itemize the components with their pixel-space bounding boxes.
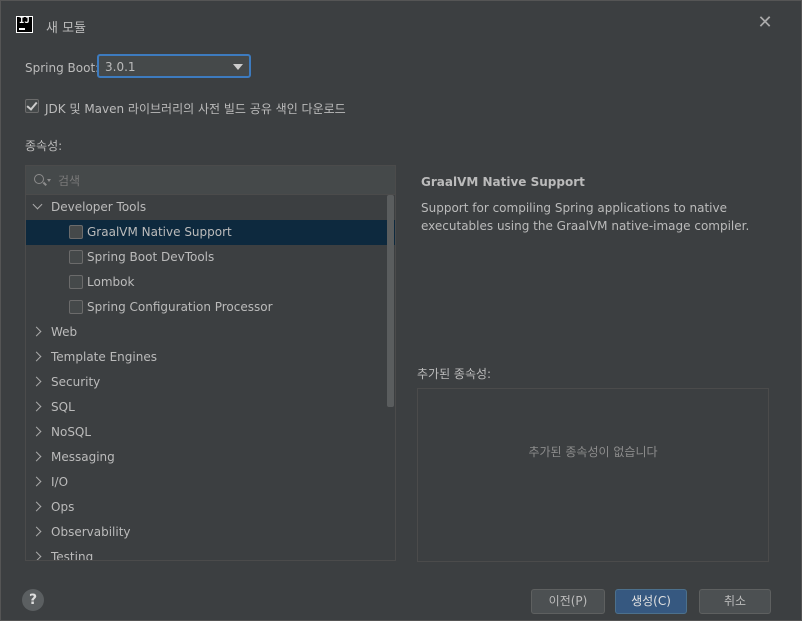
tree-group-observability[interactable]: Observability: [26, 520, 395, 545]
search-history-dropdown-icon[interactable]: [47, 179, 51, 182]
dependency-tree: Developer Tools GraalVM Native Support S…: [26, 195, 395, 560]
chevron-right-icon[interactable]: [31, 376, 42, 387]
tree-item-spring-boot-devtools[interactable]: Spring Boot DevTools: [26, 245, 395, 270]
download-index-label[interactable]: JDK 및 Maven 라이브러리의 사전 빌드 공유 색인 다운로드: [45, 100, 346, 117]
tree-group-label: Observability: [51, 525, 131, 539]
chevron-right-icon[interactable]: [31, 476, 42, 487]
spring-boot-version-select[interactable]: 3.0.1: [97, 54, 251, 78]
tree-item-lombok[interactable]: Lombok: [26, 270, 395, 295]
new-module-dialog: IJ 새 모듈 ✕ Spring Boot: 3.0.1 JDK 및 Maven…: [0, 0, 802, 621]
chevron-right-icon[interactable]: [31, 551, 42, 560]
chevron-right-icon[interactable]: [31, 401, 42, 412]
download-index-checkbox[interactable]: [25, 99, 39, 113]
tree-group-ops[interactable]: Ops: [26, 495, 395, 520]
tree-group-nosql[interactable]: NoSQL: [26, 420, 395, 445]
tree-group-security[interactable]: Security: [26, 370, 395, 395]
chevron-right-icon[interactable]: [31, 351, 42, 362]
tree-scrollbar[interactable]: [386, 195, 394, 560]
dependencies-tree-panel: Developer Tools GraalVM Native Support S…: [25, 165, 396, 561]
tree-group-messaging[interactable]: Messaging: [26, 445, 395, 470]
scrollbar-thumb[interactable]: [387, 195, 394, 407]
tree-item-label: Spring Configuration Processor: [87, 300, 273, 314]
title-bar: IJ 새 모듈 ✕: [1, 1, 801, 36]
tree-item-label: Lombok: [87, 275, 135, 289]
tree-item-graalvm-native-support[interactable]: GraalVM Native Support: [26, 220, 395, 245]
chevron-right-icon[interactable]: [31, 501, 42, 512]
added-dependencies-panel: 추가된 종속성이 없습니다: [417, 388, 769, 562]
chevron-right-icon[interactable]: [31, 326, 42, 337]
tree-item-label: Spring Boot DevTools: [87, 250, 215, 264]
dependency-checkbox[interactable]: [69, 300, 83, 314]
help-button[interactable]: ?: [22, 589, 44, 611]
dependency-detail-description: Support for compiling Spring application…: [421, 201, 750, 233]
tree-group-label: Security: [51, 375, 101, 389]
dependency-checkbox[interactable]: [69, 275, 83, 289]
tree-group-label: I/O: [51, 475, 69, 489]
tree-group-testing[interactable]: Testing: [26, 545, 395, 561]
chevron-right-icon[interactable]: [31, 426, 42, 437]
dependency-search-bar: [26, 166, 395, 195]
added-dependencies-empty-text: 추가된 종속성이 없습니다: [528, 445, 658, 459]
tree-item-spring-configuration-processor[interactable]: Spring Configuration Processor: [26, 295, 395, 320]
dropdown-arrow-icon: [233, 64, 243, 70]
dependency-detail-title: GraalVM Native Support: [421, 175, 585, 189]
checkmark-icon: [26, 99, 38, 111]
close-icon[interactable]: ✕: [757, 14, 773, 32]
tree-group-web[interactable]: Web: [26, 320, 395, 345]
tree-group-label: Messaging: [51, 450, 115, 464]
tree-group-label: Template Engines: [51, 350, 157, 364]
cancel-button[interactable]: 취소: [699, 589, 771, 614]
dependencies-label: 종속성:: [25, 139, 63, 153]
dialog-title: 새 모듈: [46, 21, 87, 36]
tree-group-label: Developer Tools: [51, 200, 147, 214]
added-dependencies-label: 추가된 종속성:: [417, 367, 492, 381]
tree-group-io[interactable]: I/O: [26, 470, 395, 495]
search-icon[interactable]: [34, 174, 44, 184]
create-button[interactable]: 생성(C): [615, 589, 687, 614]
dependency-search-input[interactable]: [56, 171, 360, 191]
tree-group-template-engines[interactable]: Template Engines: [26, 345, 395, 370]
dependency-checkbox[interactable]: [69, 225, 83, 239]
previous-button[interactable]: 이전(P): [531, 589, 605, 614]
tree-group-label: Ops: [51, 500, 75, 514]
chevron-down-icon[interactable]: [32, 199, 43, 210]
spring-boot-label: Spring Boot:: [25, 61, 100, 75]
tree-group-label: Web: [51, 325, 78, 339]
tree-group-label: Testing: [51, 550, 94, 561]
tree-group-developer-tools[interactable]: Developer Tools: [26, 195, 395, 220]
tree-group-label: NoSQL: [51, 425, 92, 439]
dependency-checkbox[interactable]: [69, 250, 83, 264]
tree-group-sql[interactable]: SQL: [26, 395, 395, 420]
spring-boot-version-value: 3.0.1: [105, 60, 136, 74]
chevron-right-icon[interactable]: [31, 526, 42, 537]
chevron-right-icon[interactable]: [31, 451, 42, 462]
tree-group-label: SQL: [51, 400, 75, 414]
tree-item-label: GraalVM Native Support: [87, 225, 232, 239]
intellij-logo-icon: IJ: [16, 16, 33, 33]
